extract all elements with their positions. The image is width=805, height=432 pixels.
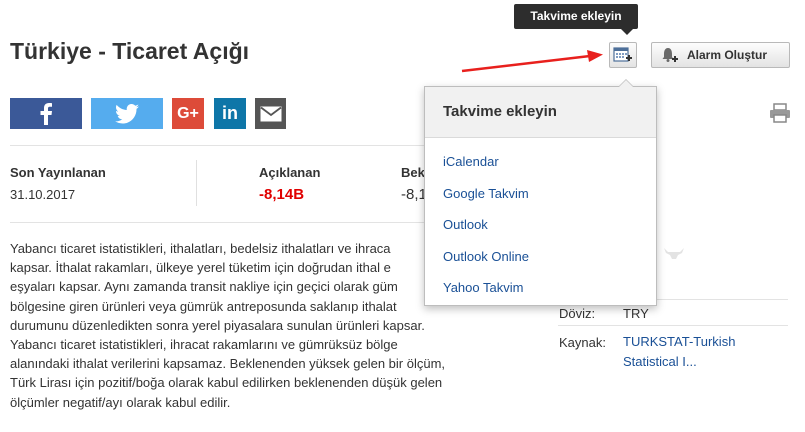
currency-value: TRY (623, 306, 649, 321)
description-line: Yabancı ticaret istatistikleri, ithalatl… (10, 241, 391, 256)
twitter-icon (115, 103, 139, 123)
envelope-icon (259, 106, 282, 121)
description-line: durumunu düzenledikten sonra yerel piyas… (10, 317, 425, 333)
add-to-calendar-dropdown: Takvime ekleyin iCalendar Google Takvim … (424, 79, 657, 306)
calendar-option-icalendar[interactable]: iCalendar (425, 146, 656, 178)
calendar-option-outlook[interactable]: Outlook (425, 209, 656, 241)
source-label: Kaynak: (559, 335, 606, 350)
calendar-option-outlook-online[interactable]: Outlook Online (425, 241, 656, 273)
stats-separator (196, 160, 197, 206)
googleplus-icon: G+ (177, 104, 199, 122)
calendar-option-google[interactable]: Google Takvim (425, 178, 656, 210)
divider (558, 325, 788, 326)
currency-label: Döviz: (559, 306, 596, 321)
expected-value: -8,1 (401, 186, 427, 203)
actual-value: -8,14B (259, 186, 305, 203)
bell-add-icon (662, 48, 678, 62)
calendar-option-yahoo[interactable]: Yahoo Takvim (425, 272, 656, 304)
published-label: Son Yayınlanan (10, 165, 106, 180)
linkedin-icon: in (222, 103, 238, 123)
email-share-button[interactable] (255, 98, 286, 129)
create-alert-label: Alarm Oluştur (687, 48, 768, 62)
calendar-options-list: iCalendar Google Takvim Outlook Outlook … (425, 138, 656, 304)
print-icon[interactable] (769, 103, 791, 123)
twitter-share-button[interactable] (91, 98, 163, 129)
create-alert-button[interactable]: Alarm Oluştur (651, 42, 790, 68)
calendar-add-icon (613, 47, 632, 62)
source-link-line: Statistical I... (623, 354, 697, 369)
dropdown-header: Takvime ekleyin (425, 87, 656, 138)
source-link[interactable]: TURKSTAT-Turkish Statistical I... (623, 332, 773, 372)
description-line: alanındaki ithalat verilerini kapsamaz. … (10, 356, 446, 372)
description-line: ölçümler negatif/ayı olarak kabul edilir… (10, 394, 231, 410)
description-line: kapsar. İthalat rakamları, ülkeye yerel … (10, 260, 391, 276)
description-line: Türk Lirası için pozitif/boğa olarak kab… (10, 375, 443, 391)
description-line: eşyaları kapsar. Aynı zamanda transit na… (10, 279, 398, 295)
facebook-icon (40, 102, 52, 125)
page-title: Türkiye - Ticaret Açığı (10, 38, 250, 64)
actual-label: Açıklanan (259, 165, 321, 180)
indicator-description: Yabancı ticaret istatistikleri, ithalatl… (10, 239, 480, 412)
googleplus-share-button[interactable]: G+ (172, 98, 204, 129)
annotation-arrow (461, 50, 603, 73)
source-link-line: TURKSTAT-Turkish (623, 334, 736, 349)
add-to-calendar-tooltip: Takvime ekleyin (514, 4, 638, 35)
facebook-share-button[interactable] (10, 98, 82, 129)
description-paragraph: Yabancı ticaret istatistikleri, ithalatl… (10, 239, 480, 335)
description-line: bölgesine giren ürünleri veya gümrük ant… (10, 298, 397, 314)
linkedin-share-button[interactable]: in (214, 98, 246, 129)
bull-bear-icon (664, 248, 684, 259)
published-value: 31.10.2017 (10, 187, 76, 202)
add-to-calendar-button[interactable] (609, 42, 637, 68)
description-line: Yabancı ticaret istatistikleri, ihracat … (10, 337, 398, 353)
description-paragraph: Yabancı ticaret istatistikleri, ihracat … (10, 335, 480, 412)
expected-label: Bek (401, 165, 425, 180)
